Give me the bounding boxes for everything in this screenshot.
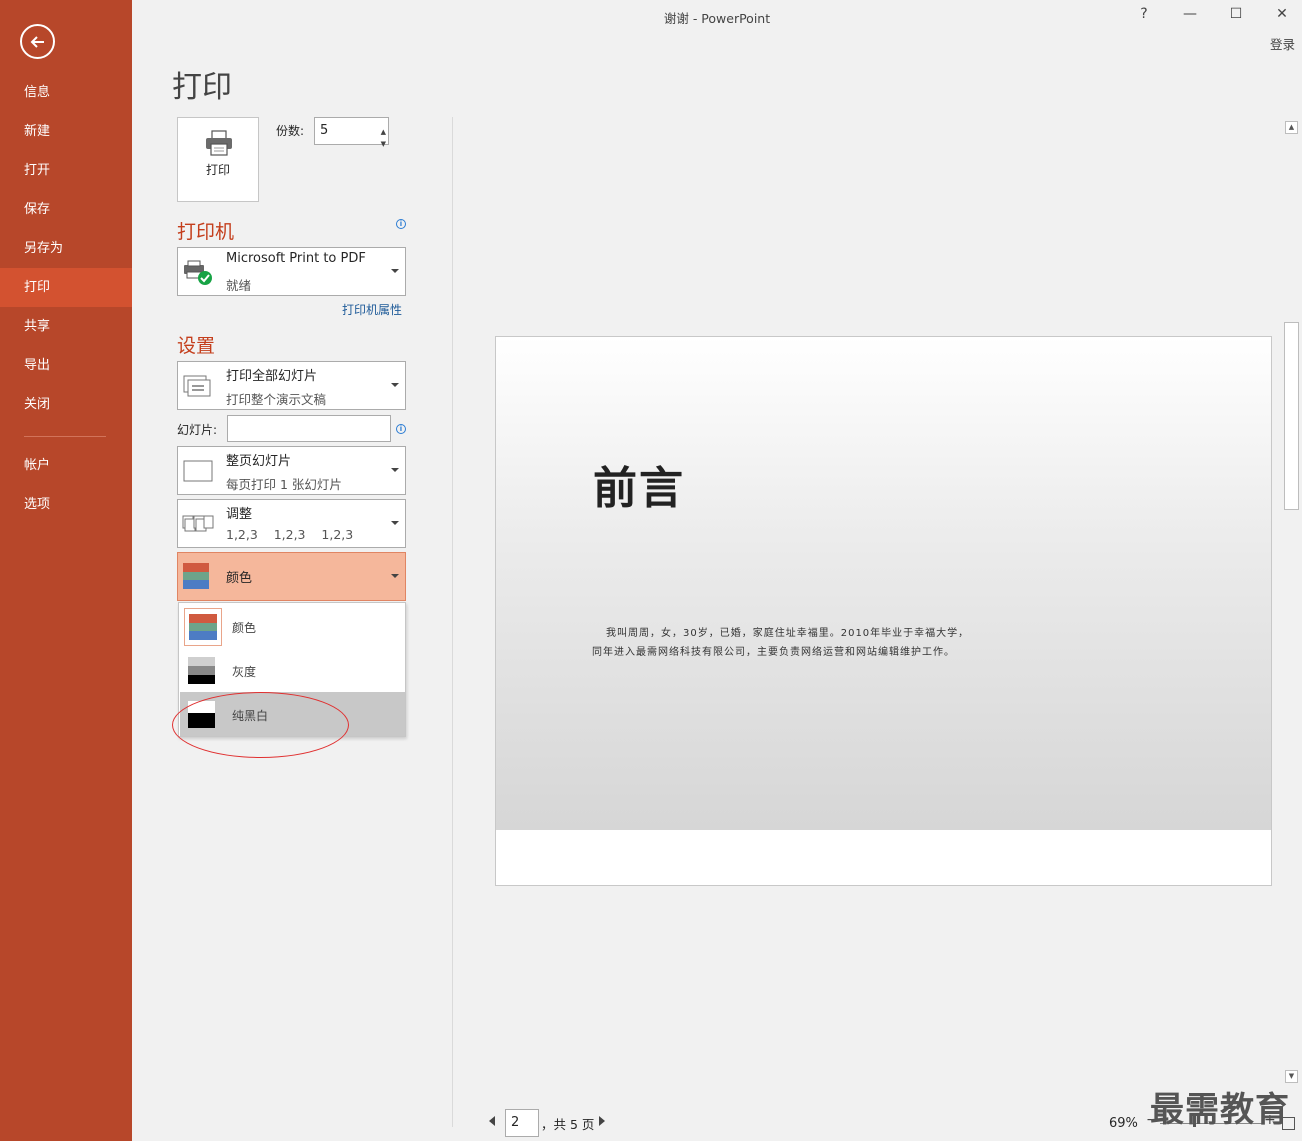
sidebar-item-account[interactable]: 帐户 <box>0 446 132 485</box>
window-title: 谢谢 - PowerPoint <box>663 11 771 26</box>
back-arrow-icon <box>30 35 44 48</box>
copies-input[interactable]: 5 ▲ ▼ <box>314 117 389 148</box>
pure-black-white-label: 纯黑白 <box>232 709 269 723</box>
color-options-menu: 颜色 灰度 纯黑白 <box>178 602 406 737</box>
grayscale-label: 灰度 <box>232 665 257 679</box>
next-page-icon[interactable] <box>599 1116 605 1126</box>
color-option-pure-black-white[interactable]: 纯黑白 <box>180 692 405 736</box>
color-dropdown[interactable]: 颜色 <box>177 552 406 601</box>
full-page-slide-icon <box>183 460 213 482</box>
grayscale-icon <box>188 657 215 684</box>
collate-title: 调整 <box>226 507 253 522</box>
help-button[interactable]: ? <box>1132 6 1156 26</box>
printer-dropdown[interactable]: Microsoft Print to PDF 就绪 <box>177 247 406 296</box>
slide-background <box>496 337 1271 830</box>
color-option-color[interactable]: 颜色 <box>180 604 405 648</box>
page-number-value: 2 <box>511 1115 520 1130</box>
slide-body-line-1: 我叫周周，女，30岁，已婚，家庭住址幸福里。2010年毕业于幸福大学， <box>606 628 970 639</box>
layout-dropdown[interactable]: 整页幻灯片 每页打印 1 张幻灯片 <box>177 446 406 495</box>
scrollbar-thumb[interactable] <box>1284 322 1299 510</box>
settings-heading: 设置 <box>177 335 216 357</box>
print-button[interactable]: 打印 <box>177 117 259 202</box>
copies-down-icon[interactable]: ▼ <box>381 131 386 157</box>
page-title: 打印 <box>172 70 232 105</box>
slide-body: 我叫周周，女，30岁，已婚，家庭住址幸福里。2010年毕业于幸福大学， 同年进入… <box>592 624 1012 662</box>
watermark: 最需教育 <box>1150 1090 1290 1130</box>
page-count: ，共 5 页 <box>541 1117 595 1132</box>
sidebar-item-info[interactable]: 信息 <box>0 73 132 112</box>
printer-heading: 打印机 <box>177 221 235 243</box>
print-range-title: 打印全部幻灯片 <box>226 369 318 384</box>
collate-icon <box>182 515 214 532</box>
copies-label: 份数: <box>276 124 305 138</box>
color-swatch-icon <box>184 608 222 646</box>
sidebar-item-export[interactable]: 导出 <box>0 346 132 385</box>
back-button[interactable] <box>20 24 55 59</box>
preview-scrollbar[interactable]: ▲ ▼ <box>1284 120 1299 1085</box>
chevron-down-icon <box>391 383 399 387</box>
printer-icon <box>206 130 232 156</box>
sidebar-item-save[interactable]: 保存 <box>0 190 132 229</box>
title-bar: 谢谢 - PowerPoint ? — ☐ ✕ <box>132 0 1302 32</box>
collate-subtitle: 1,2,3 1,2,3 1,2,3 <box>226 527 354 542</box>
minimize-button[interactable]: — <box>1178 6 1202 26</box>
backstage-sidebar: 信息 新建 打开 保存 另存为 打印 共享 导出 关闭 帐户 选项 <box>0 0 132 1141</box>
printer-status: 就绪 <box>226 278 252 293</box>
sidebar-item-print[interactable]: 打印 <box>0 268 132 307</box>
sidebar-divider <box>24 436 106 437</box>
print-range-dropdown[interactable]: 打印全部幻灯片 打印整个演示文稿 <box>177 361 406 410</box>
sidebar-item-close[interactable]: 关闭 <box>0 385 132 424</box>
slide-body-line-2: 同年进入最需网络科技有限公司，主要负责网络运营和网站编辑维护工作。 <box>592 647 955 658</box>
color-option-grayscale[interactable]: 灰度 <box>180 648 405 692</box>
sidebar-item-new[interactable]: 新建 <box>0 112 132 151</box>
print-range-subtitle: 打印整个演示文稿 <box>226 392 327 407</box>
page-number-input[interactable]: 2 <box>505 1109 539 1137</box>
chevron-down-icon <box>391 269 399 273</box>
printer-name: Microsoft Print to PDF <box>226 251 366 266</box>
layout-title: 整页幻灯片 <box>226 454 292 469</box>
login-link[interactable]: 登录 <box>1270 34 1295 53</box>
zoom-level[interactable]: 69% <box>1109 1116 1138 1131</box>
chevron-down-icon <box>391 521 399 525</box>
previous-page-icon[interactable] <box>489 1116 495 1126</box>
slides-input[interactable] <box>227 415 391 442</box>
sidebar-item-open[interactable]: 打开 <box>0 151 132 190</box>
chevron-down-icon <box>391 468 399 472</box>
sidebar-item-options[interactable]: 选项 <box>0 485 132 524</box>
close-button[interactable]: ✕ <box>1270 6 1294 26</box>
all-slides-icon <box>183 375 211 397</box>
copies-value: 5 <box>320 123 329 138</box>
printer-info-icon[interactable]: i <box>396 219 406 229</box>
maximize-button[interactable]: ☐ <box>1224 6 1248 26</box>
print-button-label: 打印 <box>205 163 230 177</box>
sidebar-item-share[interactable]: 共享 <box>0 307 132 346</box>
printer-properties-link[interactable]: 打印机属性 <box>342 301 402 318</box>
sidebar-item-save-as[interactable]: 另存为 <box>0 229 132 268</box>
color-icon <box>183 563 209 589</box>
chevron-down-icon <box>391 574 399 578</box>
layout-subtitle: 每页打印 1 张幻灯片 <box>226 477 342 492</box>
slides-info-icon[interactable]: i <box>396 424 406 434</box>
printer-ready-icon <box>184 260 212 285</box>
color-option-label: 颜色 <box>232 621 257 635</box>
slides-label: 幻灯片: <box>177 423 218 437</box>
black-white-icon <box>188 701 215 728</box>
panel-divider <box>452 117 453 1127</box>
scroll-up-icon[interactable]: ▲ <box>1285 121 1298 134</box>
slide-title: 前言 <box>593 463 685 514</box>
collate-dropdown[interactable]: 调整 1,2,3 1,2,3 1,2,3 <box>177 499 406 548</box>
color-title: 颜色 <box>226 571 253 586</box>
slide-preview: 前言 我叫周周，女，30岁，已婚，家庭住址幸福里。2010年毕业于幸福大学， 同… <box>495 336 1272 886</box>
